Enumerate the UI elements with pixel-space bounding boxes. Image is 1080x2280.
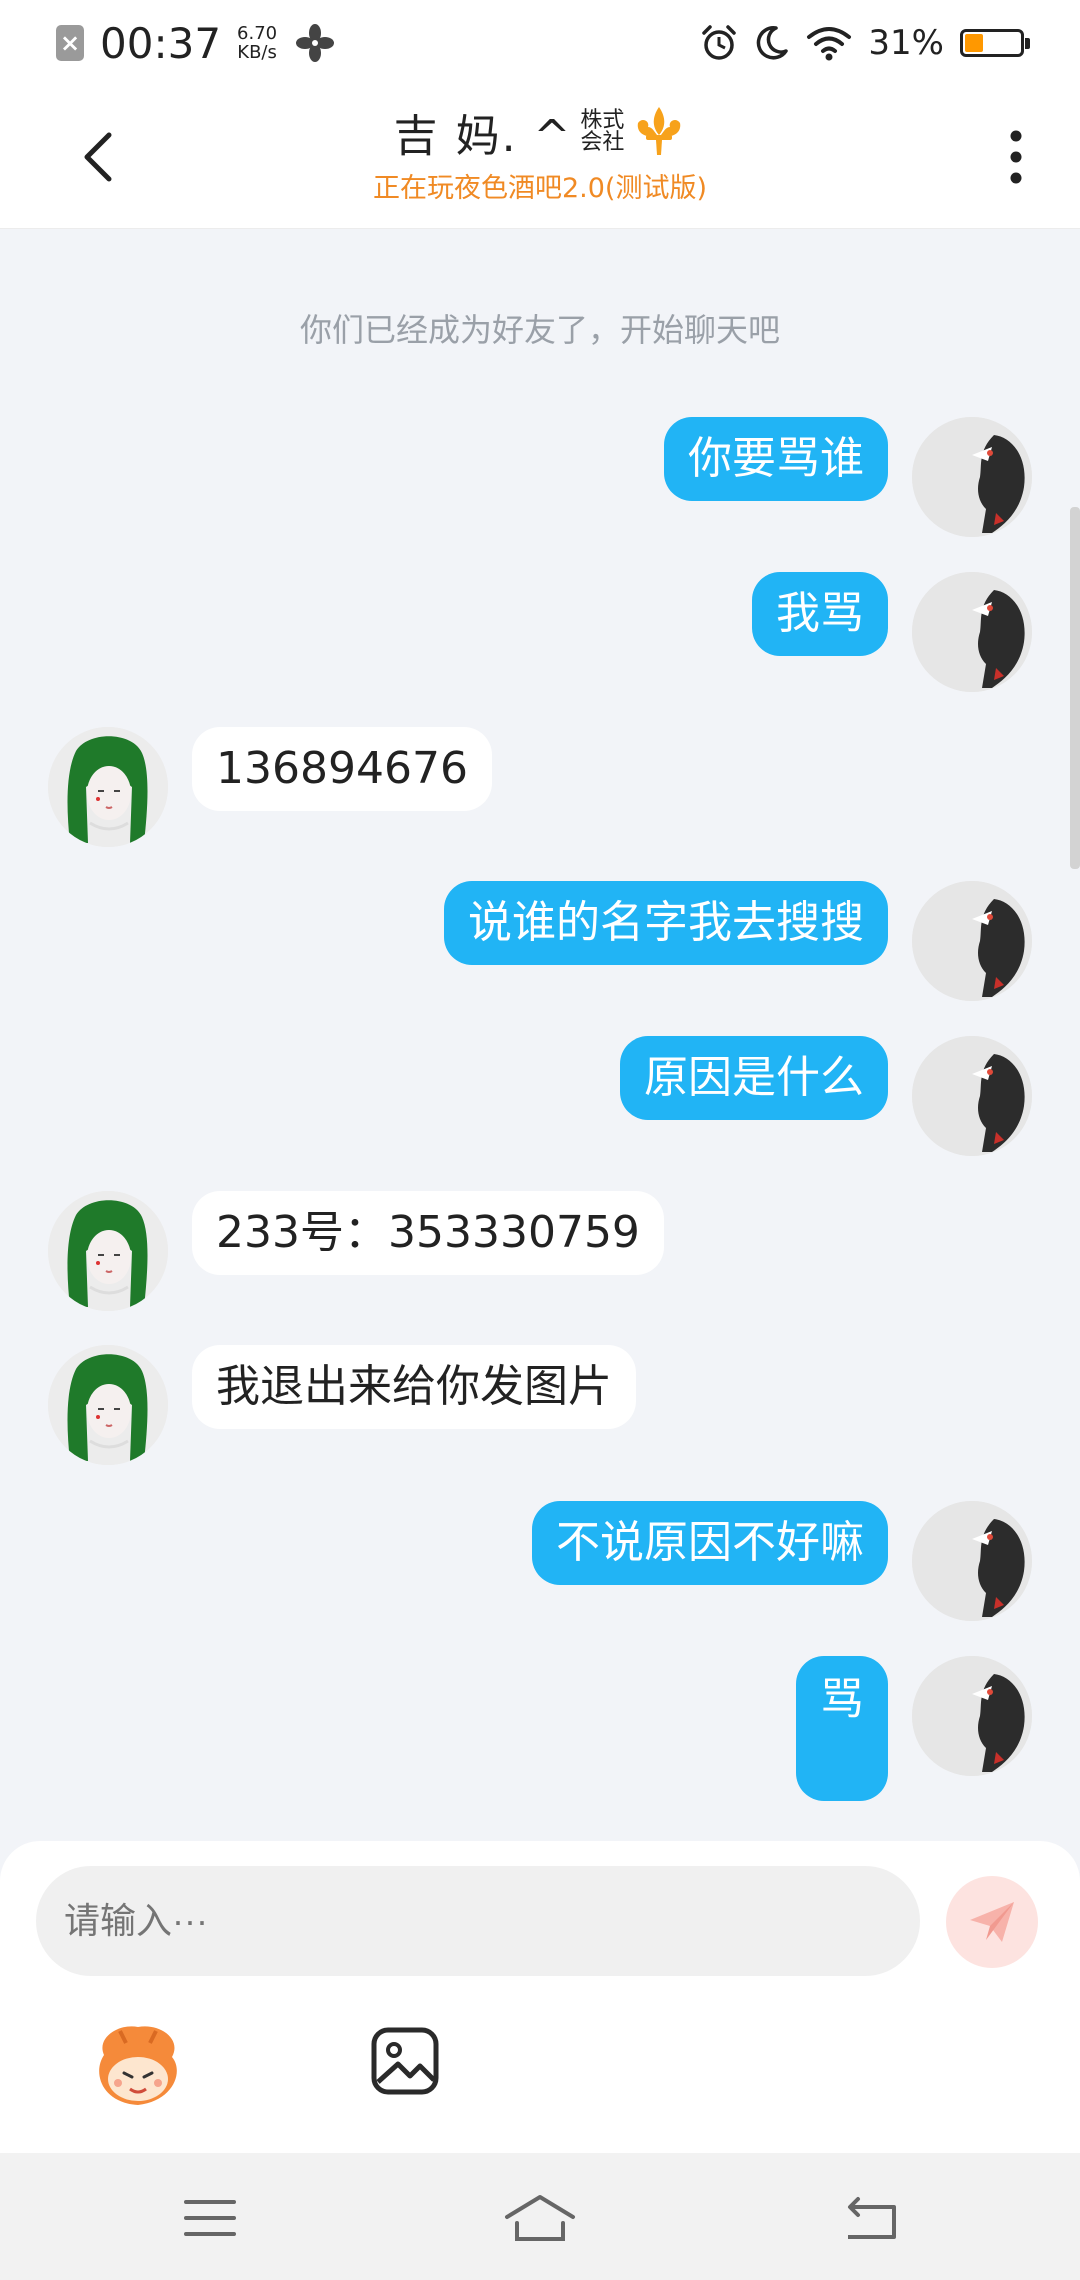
image-button[interactable] xyxy=(370,2026,440,2096)
network-speed-value: 6.70 xyxy=(237,23,278,44)
battery-icon xyxy=(960,29,1030,57)
my-message-bubble[interactable]: 我骂 xyxy=(752,572,888,656)
system-nav-bar xyxy=(0,2153,1080,2280)
more-options-button[interactable] xyxy=(988,126,1044,188)
status-bar-right: 31% xyxy=(700,16,1030,70)
friend-message-bubble[interactable]: 我退出来给你发图片 xyxy=(192,1345,636,1429)
home-button[interactable] xyxy=(500,2183,580,2253)
avatar[interactable] xyxy=(48,1345,168,1465)
my-avatar-image xyxy=(912,417,1032,537)
my-avatar-image xyxy=(912,881,1032,1001)
emoji-button[interactable] xyxy=(90,2021,186,2111)
avatar[interactable] xyxy=(912,417,1032,537)
chat-subtitle: 正在玩夜色酒吧2.0(测试版) xyxy=(372,173,707,204)
back-button[interactable] xyxy=(70,126,126,188)
avatar[interactable] xyxy=(912,572,1032,692)
my-avatar-image xyxy=(912,1036,1032,1156)
moon-icon xyxy=(757,26,789,60)
message-input[interactable] xyxy=(36,1866,920,1976)
send-icon xyxy=(970,1902,1014,1942)
my-message-bubble[interactable]: 说谁的名字我去搜搜 xyxy=(444,881,888,965)
network-speed: 6.70 KB/s xyxy=(237,24,277,62)
menu-icon xyxy=(184,2200,236,2236)
fleur-de-lis-icon xyxy=(638,107,681,155)
emoji-face-icon xyxy=(99,2026,177,2105)
friend-avatar-image xyxy=(48,727,168,847)
avatar[interactable] xyxy=(912,1656,1032,1776)
battery-level xyxy=(965,34,983,52)
my-message-bubble[interactable]: 原因是什么 xyxy=(620,1036,888,1120)
more-vertical-icon xyxy=(1010,130,1022,184)
back-nav-button[interactable] xyxy=(830,2183,910,2253)
back-icon xyxy=(848,2197,896,2239)
avatar[interactable] xyxy=(48,1191,168,1311)
friend-avatar-image xyxy=(48,1345,168,1465)
avatar[interactable] xyxy=(912,1036,1032,1156)
avatar[interactable] xyxy=(912,1501,1032,1621)
title-badge-line2: 会社 xyxy=(580,130,625,155)
chat-title-block: 吉 妈. ^ 株式 会社 正在玩夜色酒吧2.0(测试版) xyxy=(200,102,880,205)
send-button[interactable] xyxy=(946,1876,1038,1968)
friend-avatar-image xyxy=(48,1191,168,1311)
my-message-bubble[interactable]: 不说原因不好嘛 xyxy=(532,1501,888,1585)
image-icon xyxy=(371,2027,439,2095)
avatar[interactable] xyxy=(912,881,1032,1001)
chat-scrollbar[interactable] xyxy=(1070,507,1080,869)
avatar[interactable] xyxy=(48,727,168,847)
alarm-icon xyxy=(702,25,737,60)
my-avatar-image xyxy=(912,572,1032,692)
system-message: 你们已经成为好友了，开始聊天吧 xyxy=(299,311,780,349)
my-avatar-image xyxy=(912,1501,1032,1621)
network-speed-unit: KB/s xyxy=(237,42,277,63)
home-icon xyxy=(505,2195,575,2241)
battery-percent: 31% xyxy=(868,23,944,63)
app-close-icon: × xyxy=(56,25,84,61)
chat-title-row: 吉 妈. ^ 株式 会社 xyxy=(200,102,880,162)
status-bar: × 00:37 6.70 KB/s 31% xyxy=(0,0,1080,84)
chat-message-list[interactable]: 你们已经成为好友了，开始聊天吧 你要骂谁 我骂 136894676 说谁的名字我… xyxy=(0,229,1080,1841)
chevron-left-icon xyxy=(84,132,112,182)
chat-title: 吉 妈. ^ xyxy=(393,111,573,162)
recents-button[interactable] xyxy=(170,2183,250,2253)
wifi-icon xyxy=(807,27,852,61)
my-message-bubble[interactable]: 你要骂谁 xyxy=(664,417,888,501)
status-bar-left: × 00:37 6.70 KB/s xyxy=(56,16,335,70)
chat-header: 吉 妈. ^ 株式 会社 正在玩夜色酒吧2.0(测试版) xyxy=(0,84,1080,229)
my-avatar-image xyxy=(912,1656,1032,1776)
title-badge: 株式 会社 xyxy=(578,110,626,154)
friend-message-bubble[interactable]: 233号：353330759 xyxy=(192,1191,664,1275)
clock: 00:37 xyxy=(100,18,222,68)
my-message-bubble[interactable]: 骂 xyxy=(796,1656,888,1801)
title-badge-line1: 株式 xyxy=(580,108,625,133)
friend-message-bubble[interactable]: 136894676 xyxy=(192,727,492,811)
fan-icon xyxy=(296,24,335,62)
input-panel xyxy=(0,1841,1080,2153)
